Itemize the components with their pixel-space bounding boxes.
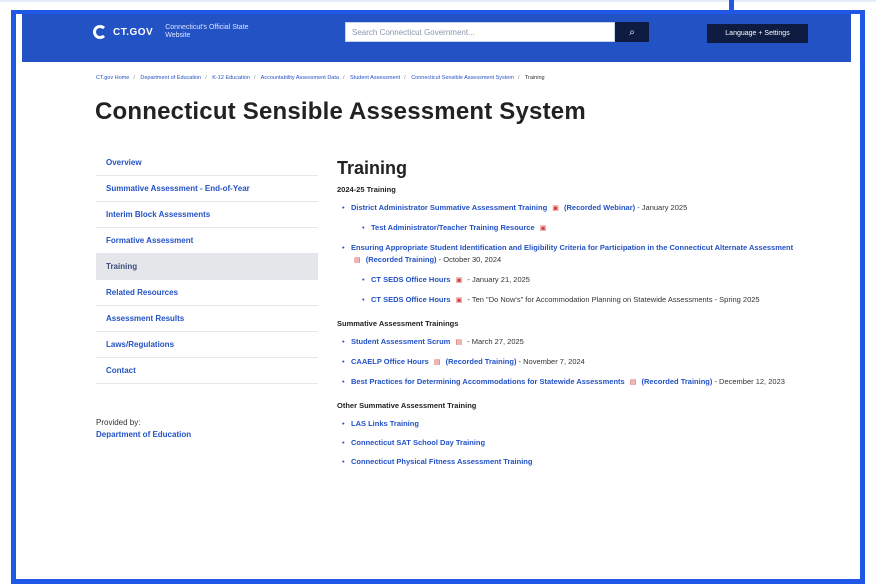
search-icon: ⌕ (629, 26, 635, 38)
pdf-icon: ▤ (629, 379, 637, 386)
breadcrumb-item[interactable]: Accountability Assessment Data (261, 75, 339, 81)
sidebar-item-summative-assessment[interactable]: Summative Assessment - End-of-Year (96, 176, 318, 202)
list-item: Ensuring Appropriate Student Identificat… (337, 242, 807, 267)
section-heading: Training (337, 158, 408, 178)
item-suffix: - December 12, 2023 (714, 377, 785, 386)
list-item: District Administrator Summative Assessm… (337, 202, 807, 215)
item-suffix: - January 2025 (637, 203, 688, 212)
breadcrumb-separator: / (133, 75, 135, 81)
provided-by-link[interactable]: Department of Education (96, 430, 191, 439)
language-settings-button[interactable]: Language + Settings (707, 24, 808, 43)
training-link[interactable]: Connecticut SAT School Day Training (351, 438, 485, 447)
sidebar-nav: Overview Summative Assessment - End-of-Y… (96, 150, 318, 384)
breadcrumb-item[interactable]: Connecticut Sensible Assessment System (411, 75, 514, 81)
pdf-icon: ▤ (354, 257, 361, 264)
training-link[interactable]: CT SEDS Office Hours (371, 275, 451, 284)
breadcrumb: CT.gov Home / Department of Education / K-… (96, 75, 816, 81)
item-suffix: - Ten "Do Now's" for Accommodation Plann… (467, 295, 760, 304)
recorded-link[interactable]: (Recorded Training) (366, 255, 437, 264)
recorded-link[interactable]: (Recorded Webinar) (564, 203, 635, 212)
breadcrumb-separator: / (205, 75, 207, 81)
document-icon: ▣ (455, 297, 463, 304)
recorded-link[interactable]: (Recorded Training) (446, 357, 517, 366)
list-item: Connecticut Physical Fitness Assessment … (337, 456, 807, 468)
breadcrumb-item[interactable]: Department of Education (140, 75, 201, 81)
list-item: Connecticut SAT School Day Training (337, 437, 807, 449)
training-link[interactable]: Student Assessment Scrum (351, 337, 450, 346)
breadcrumb-item[interactable]: K-12 Education (212, 75, 250, 81)
sidebar-item-training[interactable]: Training (96, 254, 318, 280)
list-item: CT SEDS Office Hours ▣ - January 21, 202… (337, 274, 807, 287)
search-placeholder: Search Connecticut Government... (352, 28, 475, 37)
training-list: LAS Links Training Connecticut SAT Schoo… (337, 418, 807, 468)
training-link[interactable]: Ensuring Appropriate Student Identificat… (351, 243, 793, 252)
logo-text: CT.GOV (113, 26, 154, 38)
breadcrumb-separator: / (517, 75, 520, 81)
recorded-link[interactable]: (Recorded Training) (642, 377, 713, 386)
section-title: Summative Assessment Trainings (337, 319, 459, 328)
item-suffix: - November 7, 2024 (518, 357, 585, 366)
sidebar-item-contact[interactable]: Contact (96, 358, 318, 384)
training-link[interactable]: LAS Links Training (351, 419, 419, 428)
list-item: CT SEDS Office Hours ▣ - Ten "Do Now's" … (337, 294, 807, 307)
sidebar-item-overview[interactable]: Overview (96, 150, 318, 176)
item-suffix: - March 27, 2025 (467, 337, 524, 346)
search-input[interactable]: Search Connecticut Government... (345, 22, 615, 42)
sidebar-item-assessment-results[interactable]: Assessment Results (96, 306, 318, 332)
search-button[interactable]: ⌕ (615, 22, 649, 42)
pdf-icon: ▤ (455, 339, 463, 346)
item-suffix: - January 21, 2025 (467, 275, 530, 284)
training-link[interactable]: Best Practices for Determining Accommoda… (351, 377, 625, 386)
breadcrumb-item[interactable]: Student Assessment (350, 75, 400, 81)
page-title: Connecticut Sensible Assessment System (95, 98, 586, 125)
sidebar-item-formative[interactable]: Formative Assessment (96, 228, 318, 254)
top-accent-line (0, 0, 876, 2)
training-link[interactable]: District Administrator Summative Assessm… (351, 203, 547, 212)
logo-subtitle: Connecticut's Official State Website (165, 24, 249, 39)
document-icon: ▣ (552, 205, 559, 212)
section-title: Other Summative Assessment Training (337, 401, 477, 410)
breadcrumb-item[interactable]: CT.gov Home (96, 75, 129, 81)
list-item: LAS Links Training (337, 418, 807, 430)
breadcrumb-current: Training (524, 75, 545, 81)
ct-logo-icon (93, 25, 107, 39)
breadcrumb-separator: / (404, 75, 406, 81)
training-list: District Administrator Summative Assessm… (337, 202, 807, 307)
sidebar-item-laws-regulations[interactable]: Laws/Regulations (96, 332, 318, 358)
main-content: Training 2024-25 Training District Admin… (337, 158, 807, 475)
ctgov-logo[interactable]: CT.GOV Connecticut's Official State Webs… (93, 20, 255, 44)
site-header: CT.GOV Connecticut's Official State Webs… (22, 14, 851, 62)
training-link[interactable]: Connecticut Physical Fitness Assessment … (351, 457, 532, 466)
document-icon: ▣ (455, 277, 463, 284)
list-item: Best Practices for Determining Accommoda… (337, 376, 807, 389)
sidebar-item-related-resources[interactable]: Related Resources (96, 280, 318, 306)
training-list: Student Assessment Scrum ▤ - March 27, 2… (337, 336, 807, 389)
pdf-icon: ▤ (433, 359, 441, 366)
training-link[interactable]: CAAELP Office Hours (351, 357, 429, 366)
breadcrumb-separator: / (342, 75, 345, 81)
provided-by-label: Provided by: (96, 418, 141, 427)
sidebar-item-interim-block[interactable]: Interim Block Assessments (96, 202, 318, 228)
list-item: Test Administrator/Teacher Training Reso… (337, 222, 807, 235)
document-icon: ▣ (539, 225, 547, 232)
list-item: Student Assessment Scrum ▤ - March 27, 2… (337, 336, 807, 349)
training-link[interactable]: Test Administrator/Teacher Training Reso… (371, 223, 535, 232)
list-item: CAAELP Office Hours ▤ (Recorded Training… (337, 356, 807, 369)
training-link[interactable]: CT SEDS Office Hours (371, 295, 451, 304)
section-title: 2024-25 Training (337, 185, 396, 194)
item-suffix: - October 30, 2024 (438, 255, 502, 264)
breadcrumb-separator: / (253, 75, 256, 81)
